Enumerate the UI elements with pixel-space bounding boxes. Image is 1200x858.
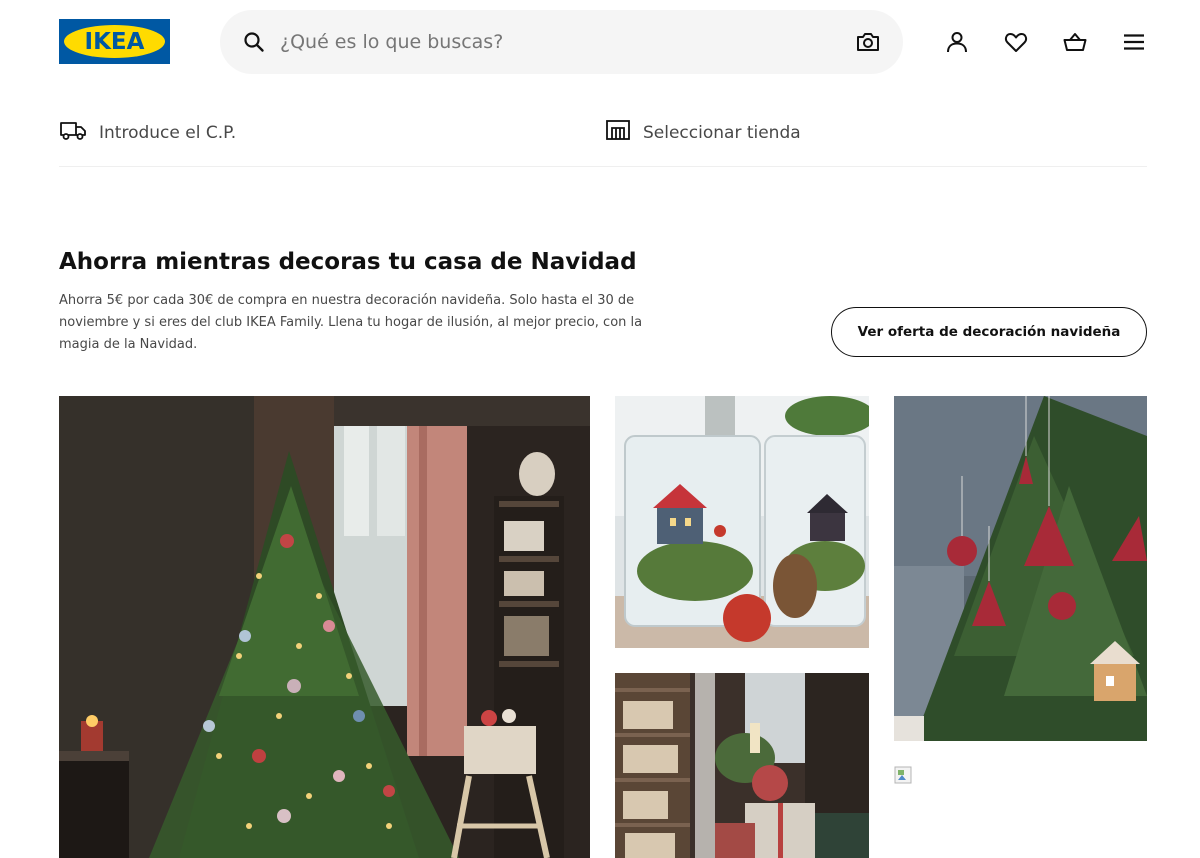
store-label: Seleccionar tienda — [643, 122, 801, 143]
menu-icon[interactable] — [1121, 29, 1147, 55]
camera-icon[interactable] — [855, 29, 881, 55]
promo-line: noviembre y si eres del club IKEA Family… — [59, 315, 643, 330]
view-offer-button[interactable]: Ver oferta de decoración navideña — [831, 307, 1147, 357]
gift-shelves-image[interactable] — [615, 673, 869, 858]
store-icon — [605, 118, 643, 147]
ikea-logo[interactable]: IKEA — [59, 19, 170, 64]
broken-image-icon — [894, 766, 914, 786]
promo-line: Ahorra 5€ por cada 30€ de compra en nues… — [59, 293, 635, 308]
search-bar[interactable] — [220, 10, 903, 74]
logo-text: IKEA — [84, 28, 145, 55]
christmas-tree-livingroom-image[interactable] — [59, 396, 590, 858]
search-icon[interactable] — [242, 30, 266, 54]
heart-icon[interactable] — [1003, 29, 1029, 55]
divider — [59, 166, 1147, 167]
store-link[interactable]: Seleccionar tienda — [605, 118, 801, 147]
truck-icon — [59, 118, 99, 147]
terrarium-decoration-image[interactable] — [615, 396, 869, 648]
basket-icon[interactable] — [1062, 29, 1088, 55]
search-input[interactable] — [280, 31, 855, 53]
promo-title: Ahorra mientras decoras tu casa de Navid… — [59, 249, 637, 275]
logo-oval: IKEA — [64, 25, 165, 58]
promo-line: magia de la Navidad. — [59, 337, 198, 352]
promo-description: Ahorra 5€ por cada 30€ de compra en nues… — [59, 290, 659, 356]
paper-ornaments-tree-image[interactable] — [894, 396, 1147, 741]
user-icon[interactable] — [944, 29, 970, 55]
postcode-link[interactable]: Introduce el C.P. — [59, 118, 236, 147]
postcode-label: Introduce el C.P. — [99, 122, 237, 143]
